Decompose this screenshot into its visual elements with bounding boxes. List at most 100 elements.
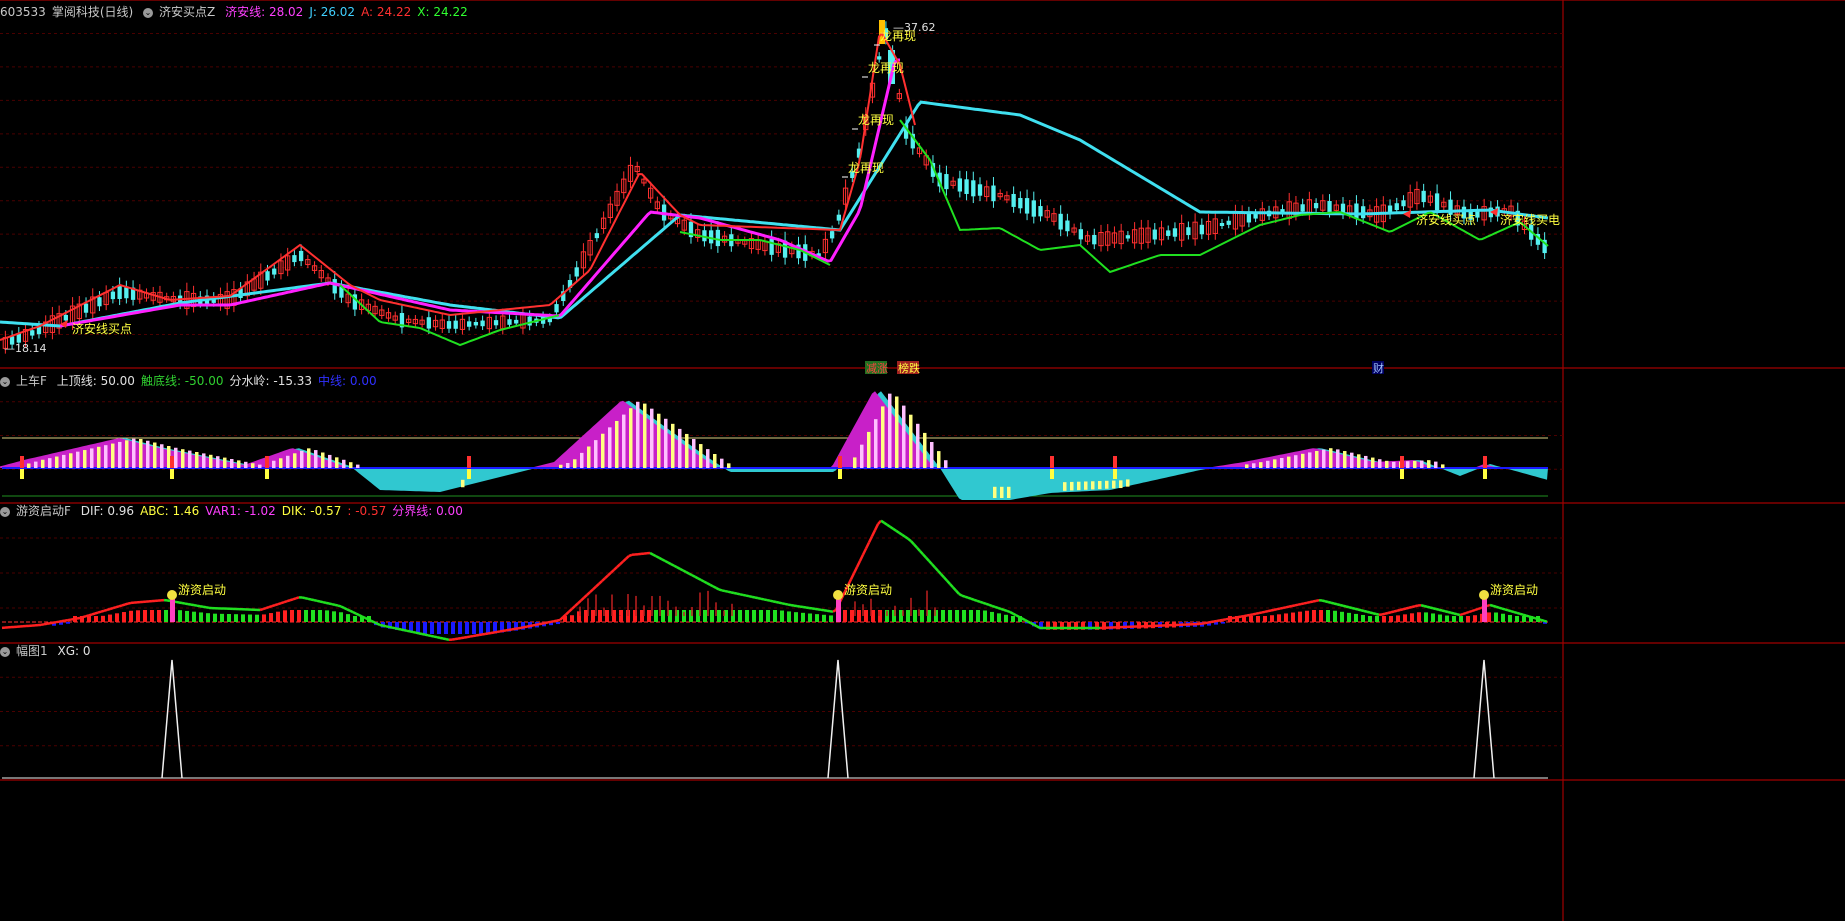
candle-body bbox=[1361, 206, 1366, 219]
stock-name: 掌阅科技 bbox=[51, 5, 100, 19]
youzi-bar bbox=[1382, 616, 1386, 622]
youzi-line bbox=[937, 569, 942, 575]
youzi-line bbox=[370, 619, 375, 624]
youzi-line bbox=[1018, 615, 1023, 620]
youzi-bar bbox=[1354, 613, 1358, 622]
indicator-name[interactable]: 游资启动F bbox=[16, 504, 71, 518]
indicator-toggle-icon[interactable]: ⌄ bbox=[143, 7, 154, 18]
marker-label: 财 bbox=[1373, 361, 1384, 375]
youzi-line bbox=[1216, 619, 1221, 623]
indicator-name[interactable]: 济安买点Z bbox=[159, 5, 215, 19]
youzi-line bbox=[193, 603, 198, 607]
shangche-bar bbox=[853, 457, 857, 468]
indicator-value: : -0.57 bbox=[347, 504, 387, 518]
youzi-line bbox=[880, 519, 885, 524]
candle-body bbox=[594, 233, 600, 239]
candle-body bbox=[1152, 229, 1157, 240]
shangche-bar bbox=[1406, 461, 1410, 468]
price-panel-header: 603533 掌阅科技(日线) ⌄ 济安买点Z 济安线: 28.02 J: 26.02… bbox=[0, 2, 480, 22]
youzi-line bbox=[658, 556, 663, 561]
youzi-line bbox=[544, 621, 549, 625]
shangche-bar bbox=[1063, 482, 1067, 491]
youzi-line bbox=[472, 634, 477, 638]
youzi-line bbox=[1225, 617, 1230, 621]
youzi-bar bbox=[164, 610, 168, 622]
youzi-line bbox=[505, 628, 510, 632]
youzi-line bbox=[52, 620, 57, 624]
period-label: (日线) bbox=[99, 5, 134, 19]
youzi-line bbox=[199, 604, 204, 608]
indicator-toggle-icon[interactable]: ⌄ bbox=[0, 646, 10, 657]
indicator-toggle-icon[interactable]: ⌄ bbox=[0, 376, 10, 387]
youzi-line bbox=[964, 595, 969, 599]
youzi-line bbox=[1384, 611, 1389, 615]
youzi-line bbox=[1489, 603, 1494, 608]
youzi-line bbox=[988, 603, 993, 608]
indicator-name[interactable]: 幅图1 bbox=[16, 644, 48, 658]
candle-body bbox=[1246, 213, 1252, 223]
candle-body bbox=[97, 297, 102, 307]
indicator-name[interactable]: 上车F bbox=[16, 374, 47, 388]
youzi-line bbox=[1525, 614, 1530, 618]
youzi-line bbox=[115, 605, 120, 609]
youzi-line bbox=[667, 561, 672, 566]
shangche-bar bbox=[1420, 460, 1424, 468]
shangche-bar bbox=[657, 413, 661, 468]
youzi-bar bbox=[556, 622, 560, 625]
youzi-line bbox=[700, 578, 705, 583]
youzi-line bbox=[1474, 607, 1479, 612]
indicator-toggle-icon[interactable]: ⌄ bbox=[0, 506, 10, 517]
youzi-line bbox=[121, 603, 126, 607]
youzi-line bbox=[517, 626, 522, 630]
youzi-line bbox=[622, 557, 627, 563]
youzi-bar bbox=[108, 614, 112, 622]
shangche-bar bbox=[1259, 462, 1263, 468]
youzi-line bbox=[355, 612, 360, 617]
youzi-line bbox=[727, 590, 732, 594]
youzi-line bbox=[858, 554, 865, 562]
youzi-line bbox=[1210, 620, 1215, 624]
youzi-bar bbox=[787, 611, 791, 622]
candle-body bbox=[1354, 203, 1359, 219]
youzi-line bbox=[1312, 599, 1317, 603]
signal-tick bbox=[170, 456, 174, 468]
candle-body bbox=[1078, 229, 1083, 240]
youzi-line bbox=[1012, 612, 1017, 617]
shangche-bar bbox=[1427, 460, 1431, 468]
youzi-bar bbox=[990, 611, 994, 622]
candle-body bbox=[829, 231, 835, 239]
candle-body bbox=[272, 268, 277, 275]
signal-tick bbox=[467, 456, 471, 468]
youzi-line bbox=[1360, 609, 1365, 613]
youzi-line bbox=[70, 617, 75, 621]
youzi-line bbox=[1240, 614, 1245, 618]
youzi-bar bbox=[325, 610, 329, 622]
youzi-line bbox=[604, 574, 609, 580]
shangche-bar bbox=[1371, 457, 1375, 468]
youzi-line bbox=[955, 589, 960, 595]
youzi-line bbox=[787, 603, 792, 607]
youzi-line bbox=[979, 600, 984, 605]
shangche-bar bbox=[174, 447, 178, 468]
youzi-line bbox=[1423, 604, 1428, 608]
shangche-bar bbox=[1252, 463, 1256, 468]
youzi-line bbox=[1258, 611, 1263, 615]
youzi-line bbox=[394, 626, 399, 631]
shangche-bar bbox=[1077, 481, 1081, 491]
youzi-bar bbox=[1277, 614, 1281, 622]
candle-body bbox=[480, 320, 485, 327]
youzi-line bbox=[436, 635, 441, 640]
youzi-bar bbox=[297, 610, 301, 622]
shangche-bar bbox=[83, 450, 87, 468]
youzi-bar bbox=[906, 610, 910, 622]
youzi-bar bbox=[1361, 614, 1365, 622]
youzi-line bbox=[1333, 602, 1338, 606]
candle-body bbox=[1186, 227, 1191, 236]
youzi-line bbox=[721, 589, 726, 593]
youzi-line bbox=[286, 599, 291, 603]
youzi-line bbox=[418, 632, 423, 636]
youzi-line bbox=[1414, 604, 1419, 608]
youzi-line bbox=[259, 607, 264, 612]
shangche-bar bbox=[615, 420, 619, 468]
shangche-bar bbox=[720, 458, 724, 468]
